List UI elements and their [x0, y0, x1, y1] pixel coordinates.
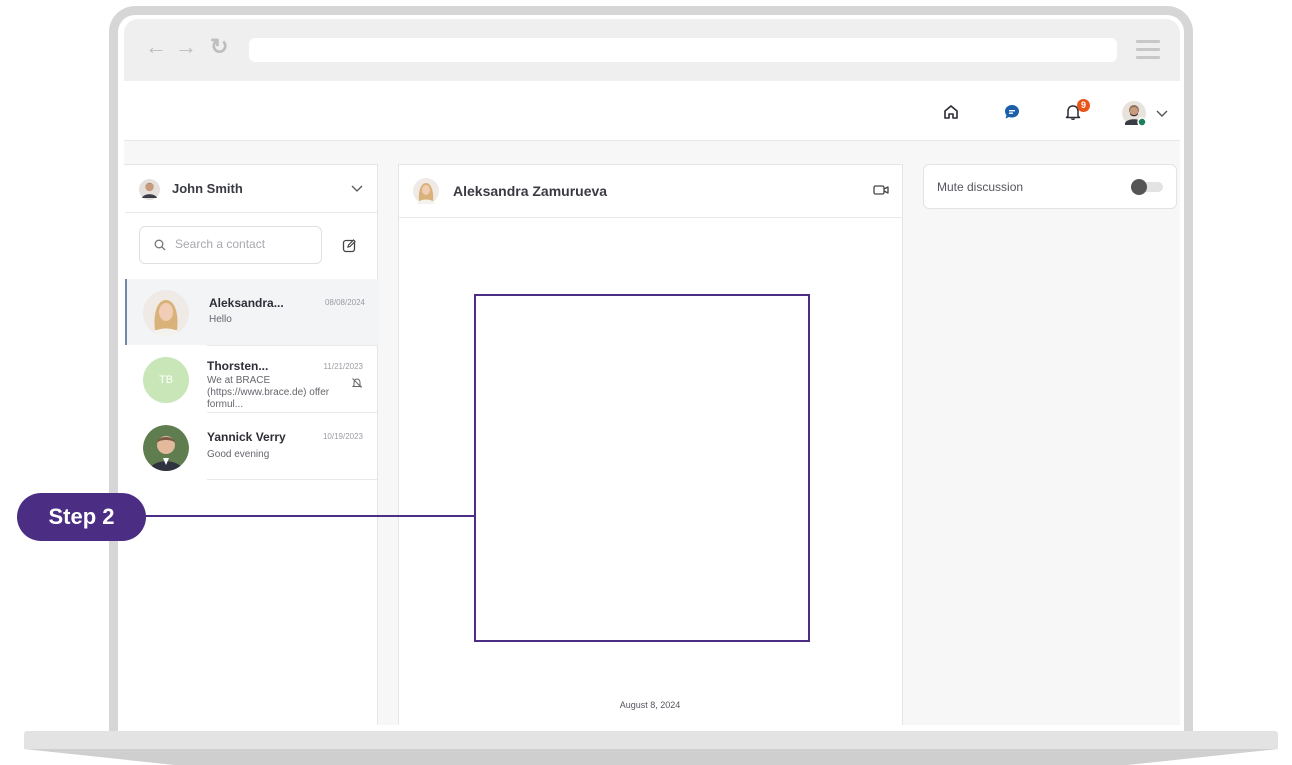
contact-item-yannick[interactable]: Yannick Verry 10/19/2023 Good evening [125, 413, 377, 479]
search-input[interactable] [173, 236, 317, 252]
step-label: Step 2 [17, 493, 146, 541]
user-avatar[interactable] [1122, 101, 1148, 129]
search-icon [154, 239, 166, 251]
callout-line [145, 515, 474, 517]
forward-arrow-icon[interactable]: → [175, 36, 197, 58]
chat-contact-avatar [413, 178, 439, 204]
video-call-icon[interactable] [873, 184, 889, 196]
laptop-base-shadow [24, 749, 1278, 765]
contact-name: Thorsten... [207, 359, 269, 373]
chat-contact-name: Aleksandra Zamurueva [453, 183, 608, 199]
contact-initials-avatar: TB [143, 357, 189, 403]
account-name[interactable]: John Smith [172, 181, 243, 196]
contact-item-thorsten[interactable]: TB Thorsten... 11/21/2023 We at BRACE (h… [125, 346, 377, 412]
muted-bell-icon [351, 378, 363, 388]
contact-last-message: We at BRACE (https://www.brace.de) offer… [207, 375, 330, 410]
contact-avatar [143, 425, 189, 471]
new-message-icon[interactable] [342, 238, 357, 253]
laptop-base [24, 731, 1278, 749]
account-avatar [139, 179, 160, 200]
contact-last-message: Hello [209, 314, 232, 325]
mute-discussion-label: Mute discussion [937, 180, 1024, 194]
contact-date: 08/08/2024 [324, 298, 365, 307]
contact-name: Aleksandra... [209, 296, 284, 310]
chat-header-divider [399, 217, 902, 218]
home-icon[interactable] [942, 103, 960, 121]
reload-icon[interactable]: ↻ [210, 36, 228, 58]
date-separator: August 8, 2024 [619, 700, 681, 710]
contact-item-aleksandra[interactable]: Aleksandra... 08/08/2024 Hello [125, 279, 379, 345]
mute-discussion-toggle[interactable] [1131, 179, 1163, 195]
search-contact-box[interactable] [139, 226, 322, 264]
back-arrow-icon[interactable]: ← [145, 36, 167, 58]
contact-date: 11/21/2023 [323, 362, 363, 371]
chevron-down-icon[interactable] [1156, 110, 1168, 118]
app-header [124, 81, 1180, 141]
notification-count-badge: 9 [1077, 99, 1090, 112]
browser-menu-icon[interactable] [1136, 40, 1160, 64]
panel-divider [125, 212, 377, 213]
contact-avatar [143, 290, 189, 336]
chat-icon[interactable] [1003, 103, 1021, 121]
address-bar[interactable] [249, 38, 1117, 62]
step-highlight-box [474, 294, 810, 642]
list-divider [207, 479, 377, 480]
contact-name: Yannick Verry [207, 430, 286, 444]
account-chevron-down-icon[interactable] [351, 185, 363, 193]
contact-date: 10/19/2023 [322, 432, 363, 441]
contact-last-message: Good evening [207, 449, 270, 460]
